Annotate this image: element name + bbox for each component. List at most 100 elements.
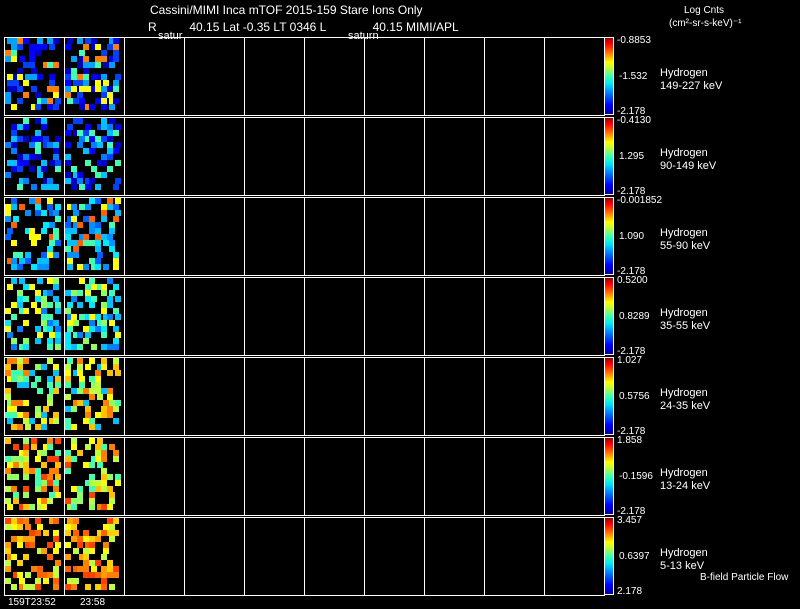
colorbar <box>604 37 614 115</box>
grid-cell <box>484 197 545 276</box>
grid-cell <box>184 197 245 276</box>
mosaic-panel <box>65 198 121 270</box>
grid-cell <box>124 437 185 516</box>
grid-cell <box>424 357 485 436</box>
time-label-start: 159T23:52 <box>8 597 56 608</box>
grid-cell <box>544 117 605 196</box>
grid-cell <box>184 357 245 436</box>
colorbar-max-label: -0.001852 <box>617 195 663 206</box>
grid-cell <box>304 197 365 276</box>
grid-cell <box>244 37 305 116</box>
mosaic-panel <box>5 358 61 430</box>
flow-label: B-field Particle Flow <box>700 572 789 583</box>
grid-cell <box>364 357 425 436</box>
grid-cell <box>544 357 605 436</box>
grid-cell <box>544 37 605 116</box>
grid-cell <box>184 277 245 356</box>
colorbar-mid-label: 0.6397 <box>619 551 650 562</box>
colorbar-mid-label: -0.1596 <box>619 471 653 482</box>
grid-cell <box>484 277 545 356</box>
grid-cell <box>364 197 425 276</box>
energy-range-label: 149-227 keV <box>660 80 723 92</box>
grid-cell <box>124 117 185 196</box>
mosaic-panel <box>5 518 61 590</box>
mosaic-panel <box>5 38 61 110</box>
grid-cell <box>124 197 185 276</box>
energy-range-label: 35-55 keV <box>660 320 711 332</box>
grid-cell <box>304 37 365 116</box>
grid-cell <box>184 517 245 596</box>
grid-cell <box>424 37 485 116</box>
grid-cell <box>484 117 545 196</box>
energy-range-label: 55-90 keV <box>660 240 711 252</box>
colorbar <box>604 357 614 435</box>
species-label: Hydrogen <box>660 147 708 159</box>
colorbar-min-label: 2.178 <box>617 586 643 597</box>
species-label: Hydrogen <box>660 227 708 239</box>
grid-cell <box>244 517 305 596</box>
species-label: Hydrogen <box>660 307 708 319</box>
grid-cell <box>304 357 365 436</box>
grid-cell <box>124 277 185 356</box>
grid-cell <box>484 517 545 596</box>
grid-cell <box>424 277 485 356</box>
grid-cell <box>544 277 605 356</box>
mosaic-panel <box>5 438 61 510</box>
grid-cell <box>544 437 605 516</box>
grid-cell <box>124 517 185 596</box>
colorbar <box>604 197 614 275</box>
grid-cell <box>484 437 545 516</box>
grid-cell <box>424 197 485 276</box>
grid-cell <box>544 197 605 276</box>
mosaic-panel <box>65 278 121 350</box>
colorbar-max-label: -0.4130 <box>617 115 651 126</box>
colorbar <box>604 437 614 515</box>
grid-cell <box>364 277 425 356</box>
energy-range-label: 90-149 keV <box>660 160 717 172</box>
grid-cell <box>304 517 365 596</box>
time-label-end: 23:58 <box>80 597 106 608</box>
colorbar-mid-label: 1.295 <box>619 151 645 162</box>
grid-cell <box>244 197 305 276</box>
grid-cell <box>244 117 305 196</box>
grid-cell <box>304 117 365 196</box>
grid-cell <box>364 37 425 116</box>
grid-cell <box>424 517 485 596</box>
colorbar-max-label: 1.858 <box>617 435 643 446</box>
grid-cell <box>424 117 485 196</box>
colorbar-mid-label: 0.5756 <box>619 391 650 402</box>
energy-range-label: 24-35 keV <box>660 400 711 412</box>
species-label: Hydrogen <box>660 467 708 479</box>
grid-cell <box>184 437 245 516</box>
colorbar-max-label: -0.8853 <box>617 35 651 46</box>
species-label: Hydrogen <box>660 387 708 399</box>
grid-cell <box>244 357 305 436</box>
grid-cell <box>484 357 545 436</box>
grid-cell <box>544 517 605 596</box>
grid-cell <box>364 437 425 516</box>
grid-cell <box>364 517 425 596</box>
colorbar-mid-label: -1.532 <box>619 71 648 82</box>
grid-cell <box>244 277 305 356</box>
colorbar-mid-label: 0.8289 <box>619 311 650 322</box>
mosaic-panel <box>65 38 121 110</box>
grid-cell <box>184 117 245 196</box>
mosaic-panel <box>65 358 121 430</box>
mosaic-panel <box>65 438 121 510</box>
grid-cell <box>484 37 545 116</box>
mosaic-panel <box>5 118 61 190</box>
colorbar <box>604 517 614 595</box>
colorbar <box>604 277 614 355</box>
colorbar-max-label: 0.5200 <box>617 275 648 286</box>
energy-range-label: 13-24 keV <box>660 480 711 492</box>
grid-cell <box>424 437 485 516</box>
mosaic-panel <box>5 278 61 350</box>
grid-cell <box>304 437 365 516</box>
mosaic-panel <box>5 198 61 270</box>
grid-cell <box>124 37 185 116</box>
grid-cell <box>304 277 365 356</box>
species-label: Hydrogen <box>660 547 708 559</box>
species-label: Hydrogen <box>660 67 708 79</box>
mosaic-panel <box>65 518 119 590</box>
grid-cell <box>244 437 305 516</box>
